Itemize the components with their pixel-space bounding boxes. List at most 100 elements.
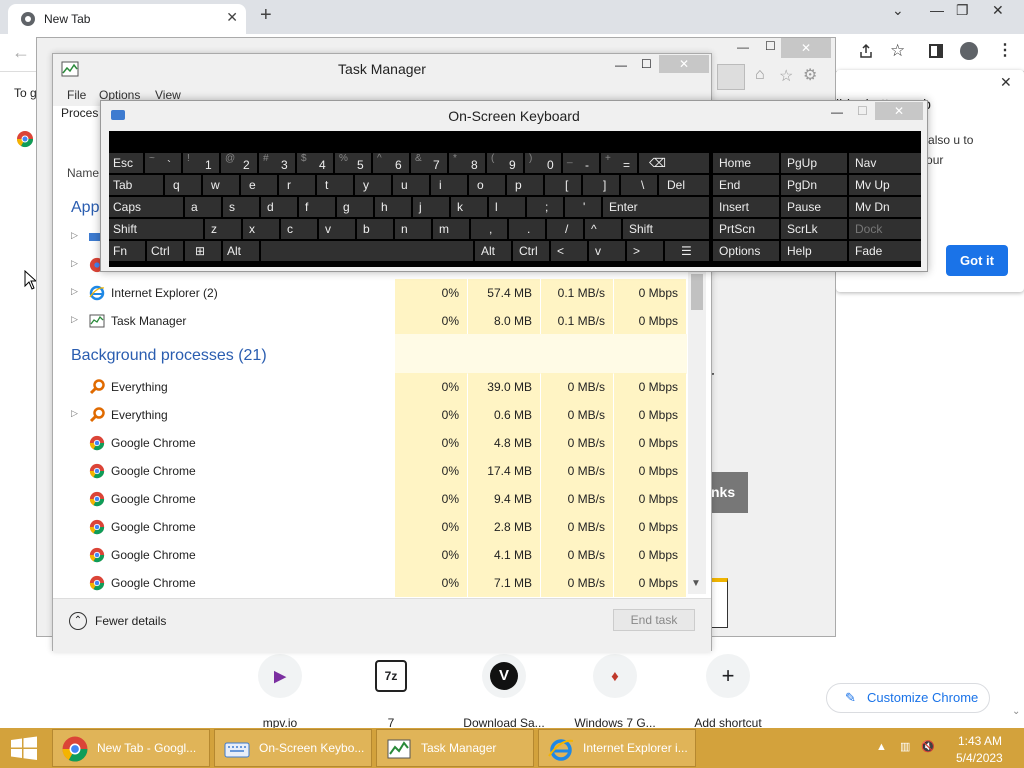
key-6[interactable]: ^ 6 — [373, 153, 409, 173]
table-row[interactable]: ▷ Internet Explorer (2) 0% 57.4 MB 0.1 M… — [61, 279, 686, 307]
scrollbar-thumb[interactable] — [691, 274, 703, 310]
key-left-bracket[interactable]: [ — [545, 175, 581, 195]
system-tray[interactable]: ▲ ▥ 🔇 — [876, 740, 935, 753]
minimize-button[interactable]: — — [831, 105, 843, 119]
expand-arrow-icon[interactable]: ▷ — [71, 408, 78, 419]
expand-arrow-icon[interactable]: ▷ — [71, 286, 78, 297]
windows-logo-icon[interactable]: ⊞ — [185, 241, 221, 261]
key-del[interactable]: Del — [659, 175, 709, 195]
key-o[interactable]: o — [469, 175, 505, 195]
new-tab-button[interactable]: + — [260, 4, 272, 27]
taskbar-item-chrome[interactable]: New Tab - Googl... — [52, 729, 210, 767]
customize-chrome-button[interactable]: ✎ Customize Chrome — [826, 683, 990, 713]
arrow-up-icon[interactable]: ^ — [585, 219, 621, 239]
table-row[interactable]: ▷ Task Manager 0% 8.0 MB 0.1 MB/s 0 Mbps — [61, 307, 686, 335]
expand-arrow-icon[interactable]: ▷ — [71, 230, 78, 241]
key-k[interactable]: k — [451, 197, 487, 217]
table-row[interactable]: Google Chrome 0% 4.8 MB 0 MB/s 0 Mbps — [61, 429, 686, 457]
chevron-up-icon[interactable]: ⌃ — [69, 612, 87, 630]
key-nav[interactable]: Nav — [849, 153, 921, 173]
key-caps[interactable]: Caps — [109, 197, 183, 217]
key-c[interactable]: c — [281, 219, 317, 239]
key-backslash[interactable]: \ — [621, 175, 657, 195]
got-it-button[interactable]: Got it — [946, 245, 1008, 276]
key-e[interactable]: e — [241, 175, 277, 195]
table-row[interactable]: Google Chrome 0% 7.1 MB 0 MB/s 0 Mbps — [61, 569, 686, 597]
key-p[interactable]: p — [507, 175, 543, 195]
key-shift-left[interactable]: Shift — [109, 219, 203, 239]
key-minus[interactable]: _ - — [563, 153, 599, 173]
menu-file[interactable]: File — [67, 88, 86, 102]
bookmark-star-icon[interactable]: ☆ — [890, 41, 905, 61]
expand-arrow-icon[interactable]: ▷ — [71, 314, 78, 325]
speaker-muted-icon[interactable]: 🔇 — [921, 741, 935, 753]
key-dock[interactable]: Dock — [849, 219, 921, 239]
key-q[interactable]: q — [165, 175, 201, 195]
expand-arrow-icon[interactable]: ▷ — [71, 258, 78, 269]
close-button[interactable]: ✕ — [875, 102, 923, 120]
key-1[interactable]: ! 1 — [183, 153, 219, 173]
close-button[interactable]: ✕ — [659, 55, 709, 73]
home-icon[interactable]: ⌂ — [755, 66, 765, 84]
key-l[interactable]: l — [489, 197, 525, 217]
shortcut-tile[interactable]: ♦ Windows 7 G... — [553, 654, 677, 730]
tab-processes[interactable]: Proces — [61, 106, 98, 120]
taskbar-item-osk[interactable]: On-Screen Keybo... — [214, 729, 372, 767]
key-pgdn[interactable]: PgDn — [781, 175, 847, 195]
key-n[interactable]: n — [395, 219, 431, 239]
key-scrlk[interactable]: ScrLk — [781, 219, 847, 239]
key-m[interactable]: m — [433, 219, 469, 239]
arrow-right-icon[interactable]: > — [627, 241, 663, 261]
key-b[interactable]: b — [357, 219, 393, 239]
key-end[interactable]: End — [713, 175, 779, 195]
maximize-button[interactable]: ☐ — [857, 104, 868, 118]
key-y[interactable]: y — [355, 175, 391, 195]
close-button[interactable]: ✕ — [992, 2, 1004, 19]
scroll-down-arrow-icon[interactable]: ▼ — [691, 578, 701, 589]
key-fn[interactable]: Fn — [109, 241, 145, 261]
profile-avatar-icon[interactable] — [960, 42, 978, 60]
table-row[interactable]: Google Chrome 0% 9.4 MB 0 MB/s 0 Mbps — [61, 485, 686, 513]
key-j[interactable]: j — [413, 197, 449, 217]
shortcut-tile[interactable]: 7z 7 — [329, 654, 453, 730]
close-icon[interactable]: ✕ — [226, 9, 238, 26]
taskbar-item-internet-explorer[interactable]: Internet Explorer i... — [538, 729, 696, 767]
key-pause[interactable]: Pause — [781, 197, 847, 217]
maximize-button[interactable]: ☐ — [765, 39, 776, 53]
key-tab[interactable]: Tab — [109, 175, 163, 195]
arrow-left-icon[interactable]: < — [551, 241, 587, 261]
table-row[interactable]: Everything 0% 39.0 MB 0 MB/s 0 Mbps — [61, 373, 686, 401]
shortcut-tile[interactable]: V Download Sa... — [442, 654, 566, 730]
minimize-button[interactable]: — — [930, 2, 944, 18]
clock-time[interactable]: 1:43 AM — [958, 734, 1002, 748]
end-task-button[interactable]: End task — [613, 609, 695, 631]
key-w[interactable]: w — [203, 175, 239, 195]
shortcut-tile[interactable]: ▶ mpv.io — [218, 654, 342, 730]
key-4[interactable]: $4 — [297, 153, 333, 173]
key-z[interactable]: z — [205, 219, 241, 239]
side-panel-icon[interactable] — [929, 44, 943, 58]
close-icon[interactable]: ✕ — [1000, 74, 1012, 91]
chrome-tab-new-tab[interactable]: New Tab ✕ — [8, 4, 246, 34]
key-g[interactable]: g — [337, 197, 373, 217]
page-button-fragment[interactable]: nks — [708, 472, 748, 513]
key-7[interactable]: & 7 — [411, 153, 447, 173]
key-alt-right[interactable]: Alt — [475, 241, 511, 261]
key-backtick[interactable]: ~ ` — [145, 153, 181, 173]
key-f[interactable]: f — [299, 197, 335, 217]
key-slash[interactable]: / — [547, 219, 583, 239]
key-insert[interactable]: Insert — [713, 197, 779, 217]
key-3[interactable]: #3 — [259, 153, 295, 173]
key-9[interactable]: (9 — [487, 153, 523, 173]
key-prtscn[interactable]: PrtScn — [713, 219, 779, 239]
key-a[interactable]: a — [185, 197, 221, 217]
key-2[interactable]: @2 — [221, 153, 257, 173]
key-shift-right[interactable]: Shift — [623, 219, 709, 239]
key-period[interactable]: . — [509, 219, 545, 239]
maximize-button[interactable]: ☐ — [641, 57, 652, 71]
windows-start-icon[interactable] — [0, 728, 48, 768]
key-home[interactable]: Home — [713, 153, 779, 173]
taskbar-item-task-manager[interactable]: Task Manager — [376, 729, 534, 767]
table-row[interactable]: Google Chrome 0% 2.8 MB 0 MB/s 0 Mbps — [61, 513, 686, 541]
clock-date[interactable]: 5/4/2023 — [956, 751, 1003, 765]
